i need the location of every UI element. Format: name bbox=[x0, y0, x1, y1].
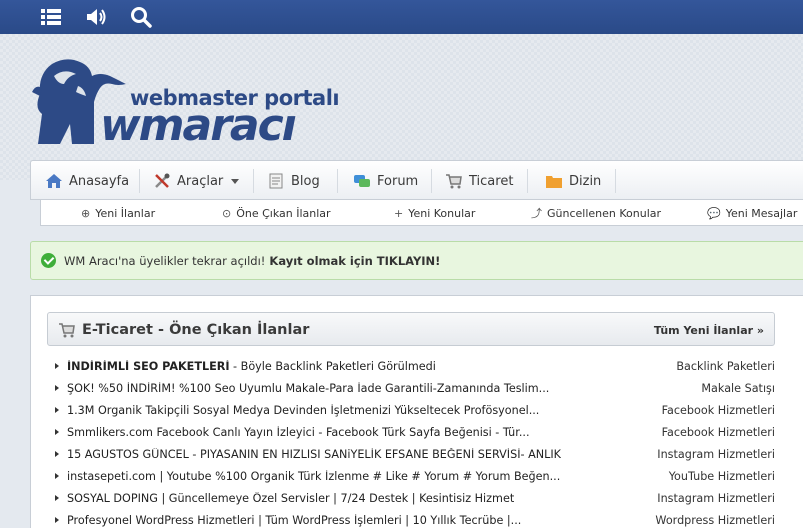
share-icon: ⤴ bbox=[531, 207, 542, 220]
caret-right-icon bbox=[55, 473, 59, 479]
list-item[interactable]: instasepeti.com | Youtube %100 Organik T… bbox=[53, 465, 775, 487]
list-item[interactable]: ŞOK! %50 İNDİRİM! %100 Seo Uyumlu Makale… bbox=[53, 377, 775, 399]
cart-icon bbox=[446, 174, 462, 189]
forum-icon bbox=[354, 175, 370, 187]
caret-right-icon bbox=[55, 363, 59, 369]
listing-title-text: Smmlikers.com Facebook Canlı Yayın İzley… bbox=[67, 425, 530, 439]
listing-title[interactable]: 15 AGUSTOS GÜNCEL - PIYASANIN EN HIZLISI… bbox=[67, 448, 561, 461]
listing-category[interactable]: Makale Satışı bbox=[701, 382, 775, 395]
menu-icon[interactable] bbox=[39, 5, 63, 29]
listing-title[interactable]: Profesyonel WordPress Hizmetleri | Tüm W… bbox=[67, 514, 521, 527]
subnav-label: Öne Çıkan İlanlar bbox=[236, 206, 331, 220]
subnav-yeni-konular[interactable]: + Yeni Konular bbox=[394, 200, 475, 226]
top-bar bbox=[0, 0, 803, 34]
listing-category[interactable]: Facebook Hizmetleri bbox=[662, 426, 775, 439]
plus-icon: + bbox=[394, 206, 404, 220]
listing-title-bold: İNDİRİMLİ SEO PAKETLERİ bbox=[67, 359, 230, 373]
list-item[interactable]: İNDİRİMLİ SEO PAKETLERİ - Böyle Backlink… bbox=[53, 355, 775, 377]
listing-title[interactable]: ŞOK! %50 İNDİRİM! %100 Seo Uyumlu Makale… bbox=[67, 382, 549, 395]
speaker-icon[interactable] bbox=[84, 5, 108, 29]
comments-icon: 💬 bbox=[707, 206, 721, 220]
listing-category[interactable]: Wordpress Hizmetleri bbox=[655, 514, 775, 527]
listing-category[interactable]: Instagram Hizmetleri bbox=[657, 492, 775, 505]
main-nav: Anasayfa Araçlar Blog Forum Ticaret Dizi… bbox=[30, 160, 803, 200]
sub-nav: ⊕ Yeni İlanlar ⊙ Öne Çıkan İlanlar + Yen… bbox=[40, 200, 803, 226]
caret-right-icon bbox=[55, 495, 59, 501]
listing-category[interactable]: Backlink Paketleri bbox=[676, 360, 775, 373]
subnav-label: Güncellenen Konular bbox=[547, 206, 662, 220]
nav-item-araclar[interactable]: Araçlar bbox=[153, 161, 240, 201]
caret-right-icon bbox=[55, 429, 59, 435]
list-item[interactable]: SOSYAL DOPING | Güncellemeye Özel Servis… bbox=[53, 487, 775, 509]
target-icon: ⊙ bbox=[222, 206, 232, 220]
subnav-yeni-mesajlar[interactable]: 💬 Yeni Mesajlar bbox=[707, 200, 797, 226]
list-item[interactable]: 15 AGUSTOS GÜNCEL - PIYASANIN EN HIZLISI… bbox=[53, 443, 775, 465]
blog-icon bbox=[269, 173, 283, 189]
listing-title-text: ŞOK! %50 İNDİRİM! %100 Seo Uyumlu Makale… bbox=[67, 381, 550, 395]
listing-title[interactable]: İNDİRİMLİ SEO PAKETLERİ - Böyle Backlink… bbox=[67, 360, 436, 373]
list-item[interactable]: Smmlikers.com Facebook Canlı Yayın İzley… bbox=[53, 421, 775, 443]
nav-divider bbox=[337, 169, 338, 193]
plus-circle-icon: ⊕ bbox=[81, 206, 91, 220]
panel-title: E-Ticaret - Öne Çıkan İlanlar bbox=[82, 322, 310, 338]
caret-right-icon bbox=[55, 385, 59, 391]
caret-right-icon bbox=[55, 451, 59, 457]
listing-title[interactable]: instasepeti.com | Youtube %100 Organik T… bbox=[67, 470, 560, 483]
listing-title-text: 15 AGUSTOS GÜNCEL - PIYASANIN EN HIZLISI… bbox=[67, 447, 561, 461]
listing-category[interactable]: YouTube Hizmetleri bbox=[669, 470, 775, 483]
nav-divider bbox=[139, 169, 140, 193]
alert-text: WM Aracı'na üyelikler tekrar açıldı! bbox=[64, 253, 266, 268]
featured-listings-panel: E-Ticaret - Öne Çıkan İlanlar Tüm Yeni İ… bbox=[30, 295, 803, 528]
nav-item-blog[interactable]: Blog bbox=[267, 161, 320, 201]
chevron-down-icon bbox=[231, 178, 240, 184]
nav-item-dizin[interactable]: Dizin bbox=[545, 161, 601, 201]
notice-alert: WM Aracı'na üyelikler tekrar açıldı! Kay… bbox=[30, 241, 803, 280]
tools-icon bbox=[155, 173, 170, 188]
nav-divider bbox=[253, 169, 254, 193]
caret-right-icon bbox=[55, 517, 59, 523]
home-icon bbox=[46, 174, 62, 188]
subnav-label: Yeni Konular bbox=[408, 206, 476, 220]
nav-label-forum: Forum bbox=[377, 173, 419, 189]
all-listings-link[interactable]: Tüm Yeni İlanlar » bbox=[654, 313, 764, 347]
subnav-yeni-ilanlar[interactable]: ⊕ Yeni İlanlar bbox=[81, 200, 155, 226]
nav-item-forum[interactable]: Forum bbox=[353, 161, 418, 201]
listing-title-text: - Böyle Backlink Paketleri Görülmedi bbox=[229, 359, 436, 373]
folder-icon bbox=[546, 176, 562, 188]
list-item[interactable]: Profesyonel WordPress Hizmetleri | Tüm W… bbox=[53, 509, 775, 528]
listing-title[interactable]: Smmlikers.com Facebook Canlı Yayın İzley… bbox=[67, 426, 530, 439]
cart-icon bbox=[59, 323, 75, 338]
subnav-label: Yeni İlanlar bbox=[95, 206, 156, 220]
listing-list: İNDİRİMLİ SEO PAKETLERİ - Böyle Backlink… bbox=[53, 355, 775, 528]
subnav-label: Yeni Mesajlar bbox=[725, 206, 798, 220]
caret-right-icon bbox=[55, 407, 59, 413]
logo-wordmark[interactable]: wmaracı bbox=[100, 104, 297, 148]
listing-title-text: SOSYAL DOPING | Güncellemeye Özel Servis… bbox=[67, 491, 515, 505]
listing-category[interactable]: Instagram Hizmetleri bbox=[657, 448, 775, 461]
alert-register-link[interactable]: Kayıt olmak için TIKLAYIN! bbox=[269, 254, 440, 268]
check-circle-icon bbox=[41, 253, 56, 268]
nav-item-anasayfa[interactable]: Anasayfa bbox=[45, 161, 129, 201]
nav-divider bbox=[527, 169, 528, 193]
listing-title[interactable]: 1.3M Organik Takipçili Sosyal Medya Devi… bbox=[67, 404, 539, 417]
listing-category[interactable]: Facebook Hizmetleri bbox=[662, 404, 775, 417]
nav-label-dizin: Dizin bbox=[569, 173, 602, 189]
nav-item-ticaret[interactable]: Ticaret bbox=[445, 161, 513, 201]
nav-label-blog: Blog bbox=[291, 173, 320, 189]
listing-title[interactable]: SOSYAL DOPING | Güncellemeye Özel Servis… bbox=[67, 492, 514, 505]
nav-label-araclar: Araçlar bbox=[177, 173, 224, 189]
nav-divider bbox=[615, 169, 616, 193]
subnav-one-cikan-ilanlar[interactable]: ⊙ Öne Çıkan İlanlar bbox=[222, 200, 331, 226]
listing-title-text: 1.3M Organik Takipçili Sosyal Medya Devi… bbox=[67, 403, 540, 417]
listing-title-text: Profesyonel WordPress Hizmetleri | Tüm W… bbox=[67, 513, 522, 527]
nav-divider bbox=[431, 169, 432, 193]
nav-label-anasayfa: Anasayfa bbox=[69, 173, 130, 189]
listing-title-text: instasepeti.com | Youtube %100 Organik T… bbox=[67, 469, 561, 483]
nav-label-ticaret: Ticaret bbox=[469, 173, 514, 189]
subnav-guncellenen-konular[interactable]: ⤴ Güncellenen Konular bbox=[531, 200, 661, 226]
search-icon[interactable] bbox=[129, 5, 153, 29]
list-item[interactable]: 1.3M Organik Takipçili Sosyal Medya Devi… bbox=[53, 399, 775, 421]
panel-header: E-Ticaret - Öne Çıkan İlanlar Tüm Yeni İ… bbox=[47, 312, 775, 346]
